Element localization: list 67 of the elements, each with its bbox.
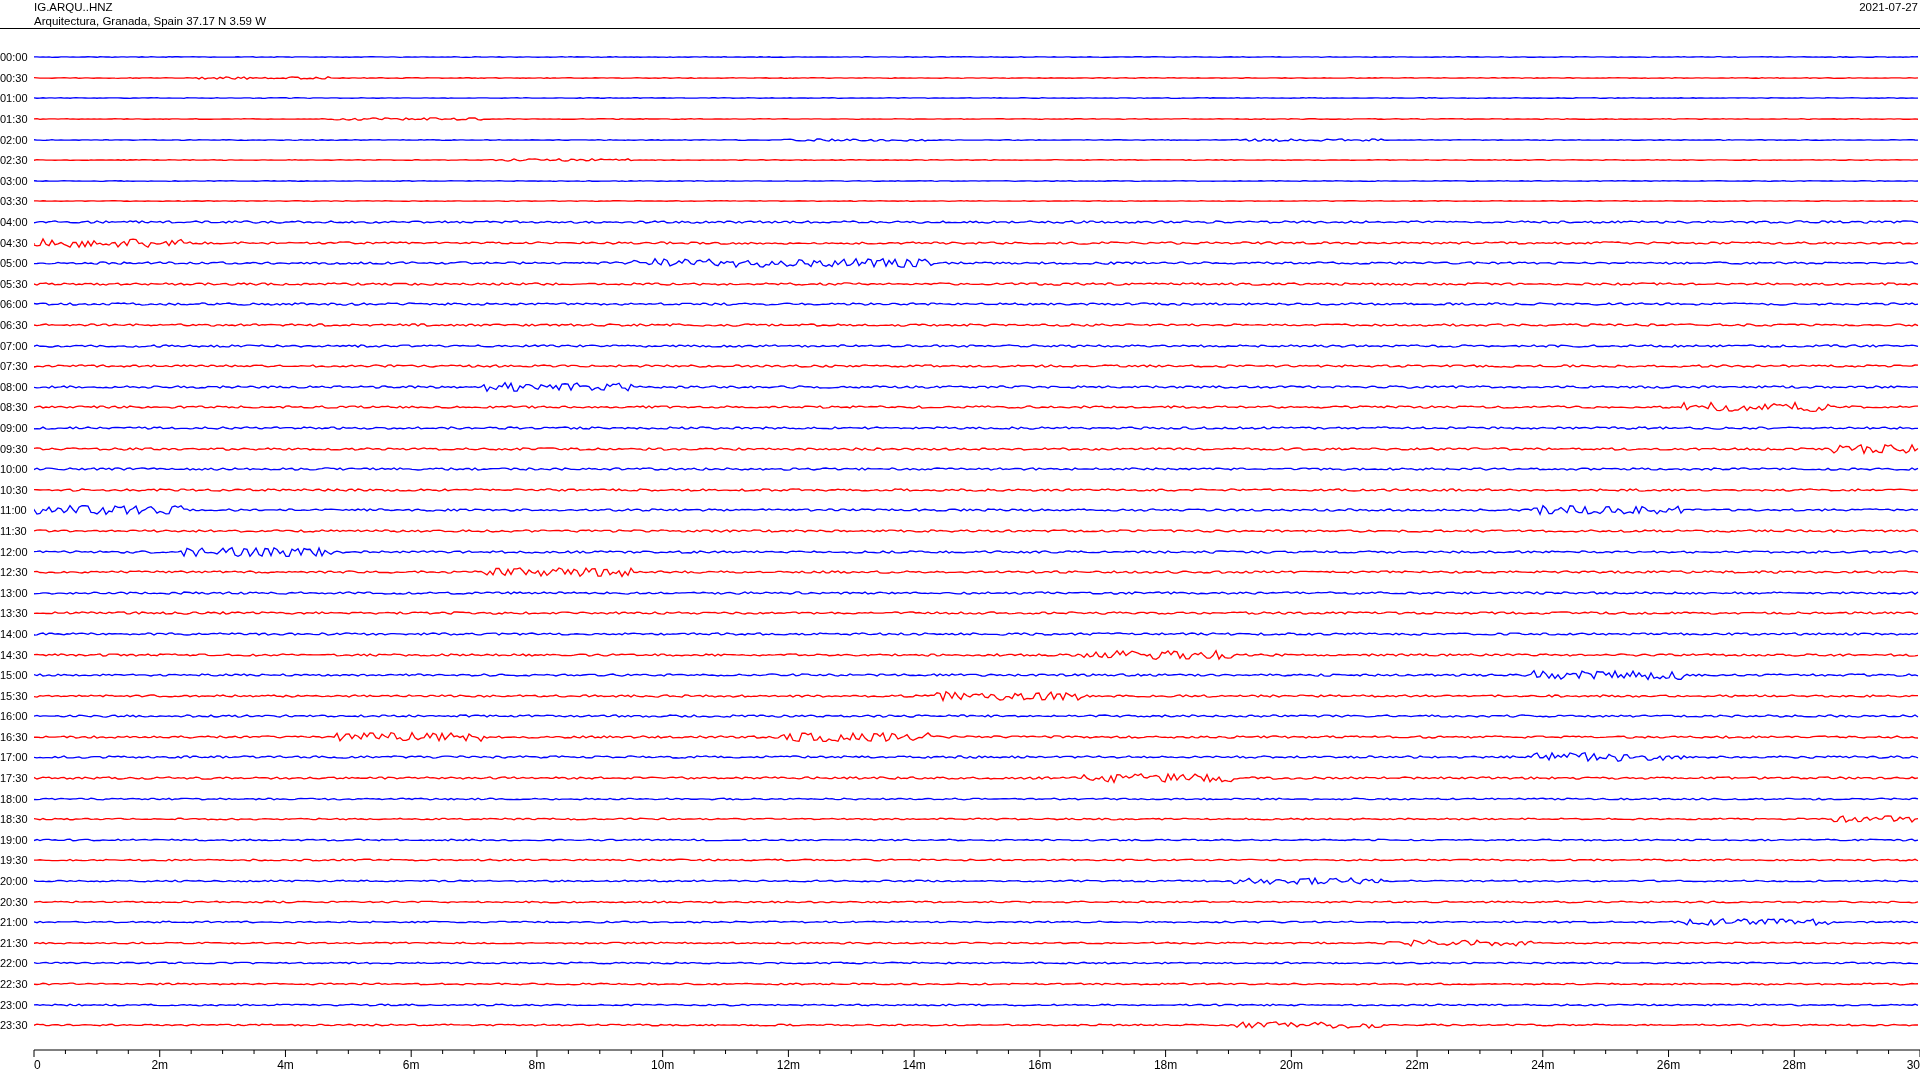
time-label: 14:30 [0,648,29,661]
time-label: 21:00 [0,916,29,929]
time-label: 17:00 [0,751,29,764]
time-label: 08:30 [0,401,29,414]
time-label: 13:30 [0,607,29,620]
time-label: 03:30 [0,195,29,208]
axis-label: 30 [1906,1057,1920,1072]
time-label: 17:30 [0,772,29,785]
axis-label: 4m [277,1057,294,1072]
axis-label: 28m [1782,1057,1806,1072]
axis-label: 24m [1531,1057,1555,1072]
axis-label: 22m [1405,1057,1429,1072]
time-label: 03:00 [0,174,29,187]
time-label: 00:00 [0,51,29,64]
time-label: 02:30 [0,154,29,167]
date-label: 2021-07-27 [1859,0,1919,15]
time-label: 07:30 [0,360,29,373]
time-label: 16:00 [0,710,29,723]
time-label: 09:00 [0,422,29,434]
axis-label: 0 [34,1057,41,1072]
axis-label: 10m [651,1057,675,1072]
time-label: 12:00 [0,545,29,558]
time-label: 19:00 [0,833,29,846]
time-label: 16:30 [0,730,29,743]
time-label: 13:00 [0,586,29,599]
time-label: 23:30 [0,1019,29,1032]
time-label: 18:30 [0,813,29,826]
axis-label: 20m [1279,1057,1303,1072]
axis-label: 2m [151,1057,169,1072]
time-label: 04:00 [0,216,29,229]
time-label: 15:30 [0,689,29,702]
axis-label: 16m [1028,1057,1052,1072]
time-label: 19:30 [0,854,29,867]
time-label: 23:00 [0,998,29,1011]
axis-label: 8m [528,1057,546,1072]
axis-label: 14m [902,1057,926,1072]
axis-label: 12m [776,1057,801,1072]
time-label: 18:00 [0,792,29,805]
axis-label: 18m [1153,1057,1178,1072]
time-label: 22:30 [0,978,29,990]
axis-label: 26m [1656,1057,1681,1072]
time-label: 01:30 [0,113,29,126]
time-label: 05:30 [0,277,29,290]
time-label: 20:30 [0,895,29,908]
time-label: 01:00 [0,92,29,105]
time-label: 20:00 [0,875,29,888]
time-label: 14:00 [0,627,29,640]
time-label: 15:00 [0,669,29,682]
time-label: 06:00 [0,298,29,311]
time-label: 04:30 [0,236,29,249]
axis-label: 6m [402,1057,420,1072]
station-code: IG.ARQU..HNZ [34,0,114,14]
time-label: 06:30 [0,319,29,331]
time-label: 07:00 [0,339,29,352]
time-label: 10:30 [0,483,29,496]
time-label: 05:00 [0,257,29,270]
time-label: 10:00 [0,463,29,476]
time-label: 11:00 [0,504,28,517]
time-label: 21:30 [0,936,29,949]
time-label: 12:30 [0,566,29,579]
time-label: 08:00 [0,380,29,393]
time-label: 09:30 [0,442,29,455]
time-label: 02:00 [0,133,29,146]
time-label: 22:00 [0,957,29,970]
time-label: 11:30 [0,524,28,537]
station-location: Arquitectura, Granada, Spain 37.17 N 3.59 W [34,14,267,28]
time-label: 00:30 [0,71,29,84]
